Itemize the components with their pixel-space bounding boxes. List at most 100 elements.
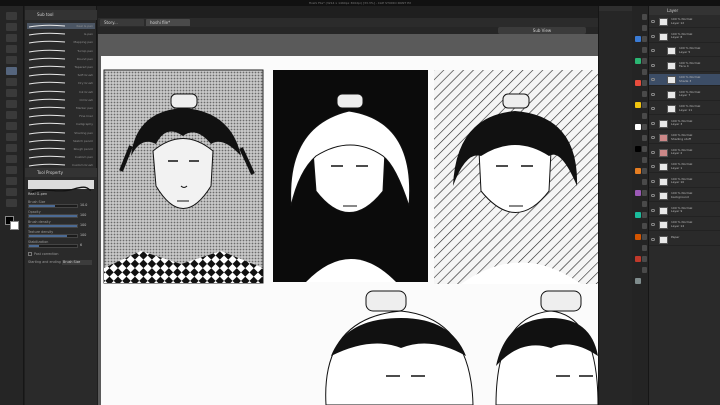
layer-option-icon[interactable] [642,47,647,53]
layer-row[interactable]: 100 % Normal Layer 8 [649,31,720,43]
brush-item[interactable]: Fine liner [27,113,95,119]
color-swatch[interactable] [635,234,641,240]
layer-row[interactable]: 100 % Normal Layer 14 [649,219,720,231]
color-swatch[interactable] [635,278,641,284]
layer-option-icon[interactable] [642,201,647,207]
visibility-eye-icon[interactable] [651,165,655,168]
slider-track[interactable] [28,214,78,218]
balloon-tool-icon[interactable] [6,188,17,196]
visibility-eye-icon[interactable] [651,49,655,52]
layer-row[interactable]: 100 % Normal Shade 3 [649,74,720,86]
property-slider[interactable]: Brush density 100 [28,220,94,230]
visibility-eye-icon[interactable] [651,63,655,67]
layer-option-icon[interactable] [642,69,647,75]
layer-row[interactable]: 100 % Normal Layer 7 [649,89,720,101]
color-swatch[interactable] [635,58,641,64]
brush-item[interactable]: Soft brush [27,72,95,78]
layer-option-icon[interactable] [642,91,647,97]
layer-option-icon[interactable] [642,190,647,196]
brush-item[interactable]: Tapered pen [27,64,95,70]
layer-option-icon[interactable] [642,14,647,20]
layer-option-icon[interactable] [642,212,647,218]
layer-option-icon[interactable] [642,267,647,273]
layer-row[interactable]: 100 % Normal Layer 10 [649,176,720,188]
visibility-eye-icon[interactable] [651,179,655,183]
visibility-eye-icon[interactable] [651,136,655,139]
starting-ending-setting[interactable]: Starting and ending Brush Size [28,260,94,266]
brush-item[interactable]: Turnip pen [27,48,95,54]
brush-item[interactable]: Mapping pen [27,39,95,45]
brush-item[interactable]: Real G-pen [27,23,95,29]
zoom-tool-icon[interactable] [6,12,17,20]
visibility-eye-icon[interactable] [651,78,655,81]
slider-track[interactable] [28,224,78,228]
text-tool-icon[interactable] [6,177,17,185]
brush-item[interactable]: G-pen [27,31,95,37]
eraser-tool-icon[interactable] [6,111,17,119]
color-swatch[interactable] [635,146,641,152]
brush-item[interactable]: Oil brush [27,97,95,103]
layer-row[interactable]: 100 % Normal Layer 11 [649,103,720,115]
tab-hoshi-file[interactable]: hoshi file* [146,19,190,26]
lasso-tool-icon[interactable] [6,45,17,53]
brush-item[interactable]: Custom pen [27,154,95,160]
layer-row[interactable]: 100 % Normal Layer 12 [649,16,720,28]
visibility-eye-icon[interactable] [651,208,655,212]
brush-item[interactable]: Dry brush [27,80,95,86]
figure-tool-icon[interactable] [6,144,17,152]
brush-item[interactable]: Rough pencil [27,146,95,152]
color-swatch[interactable] [635,80,641,86]
brush-item[interactable]: Shading pen [27,130,95,136]
brush-item[interactable]: Marker pen [27,105,95,111]
color-swatch[interactable] [635,124,641,130]
layer-row[interactable]: 100 % Normal Layer 9 [649,205,720,217]
visibility-eye-icon[interactable] [651,194,655,197]
brush-item[interactable]: Calligraphy [27,121,95,127]
layer-option-icon[interactable] [642,179,647,185]
blend-tool-icon[interactable] [6,199,17,207]
brush-item[interactable]: Ink brush [27,89,95,95]
visibility-eye-icon[interactable] [651,121,655,125]
airbrush-tool-icon[interactable] [6,100,17,108]
layer-option-icon[interactable] [642,245,647,251]
brush-item[interactable]: Round pen [27,56,95,62]
visibility-eye-icon[interactable] [651,107,655,110]
layer-option-icon[interactable] [642,25,647,31]
layer-row[interactable]: 100 % Normal Layer 3 [649,118,720,130]
layer-option-icon[interactable] [642,80,647,86]
layer-row[interactable]: 100 % Normal Face 4 [649,60,720,72]
visibility-eye-icon[interactable] [651,34,655,38]
property-slider[interactable]: Brush Size 10.0 [28,200,94,210]
visibility-eye-icon[interactable] [651,92,655,96]
sub-view-button[interactable]: Sub View [498,27,586,34]
color-swatch[interactable] [635,36,641,42]
visibility-eye-icon[interactable] [651,20,655,23]
layer-row[interactable]: 100 % Normal Layer 5 [649,45,720,57]
color-swatch[interactable] [635,102,641,108]
color-swatch[interactable] [635,190,641,196]
brush-item[interactable]: Sketch pencil [27,138,95,144]
layer-option-icon[interactable] [642,124,647,130]
move-tool-icon[interactable] [6,23,17,31]
layer-row[interactable]: 100 % Normal Layer 2 [649,147,720,159]
fill-tool-icon[interactable] [6,122,17,130]
layer-option-icon[interactable] [642,157,647,163]
layer-row[interactable]: 100 % Normal Shading stuff [649,132,720,144]
layer-row[interactable]: 100 % Normal Layer 1 [649,161,720,173]
ruler-tool-icon[interactable] [6,166,17,174]
starting-ending-dropdown[interactable]: Brush Size [62,260,92,265]
layer-row[interactable]: Paper [649,234,720,246]
layer-option-icon[interactable] [642,168,647,174]
property-slider[interactable]: Stabilization 6 [28,240,94,250]
layer-option-icon[interactable] [642,58,647,64]
gradient-tool-icon[interactable] [6,133,17,141]
layer-option-icon[interactable] [642,113,647,119]
slider-track[interactable] [28,204,78,208]
layer-option-icon[interactable] [642,135,647,141]
layer-option-icon[interactable] [642,223,647,229]
pen-tool-icon[interactable] [6,67,17,75]
canvas-page[interactable] [101,56,599,405]
frame-tool-icon[interactable] [6,155,17,163]
eyedropper-tool-icon[interactable] [6,56,17,64]
layer-option-icon[interactable] [642,234,647,240]
